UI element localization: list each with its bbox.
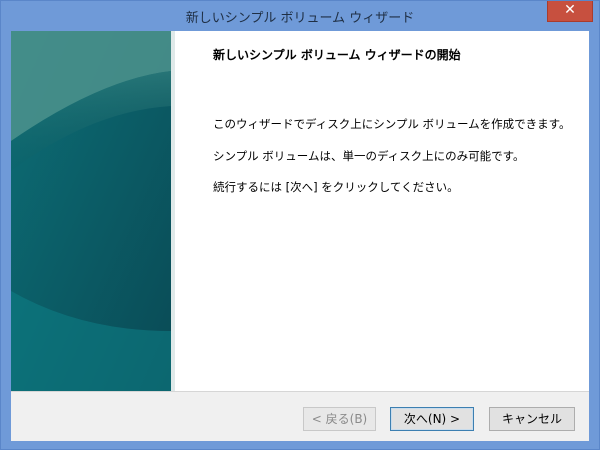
banner-wave-graphic — [11, 31, 171, 391]
description-line: このウィザードでディスク上にシンプル ボリュームを作成できます。 — [213, 117, 571, 131]
description-line: シンプル ボリュームは、単一のディスク上にのみ可能です。 — [213, 149, 525, 163]
back-button[interactable]: < 戻る(B) — [303, 407, 376, 431]
close-button[interactable]: ✕ — [547, 1, 593, 22]
cancel-button[interactable]: キャンセル — [489, 407, 575, 431]
next-button[interactable]: 次へ(N) > — [390, 407, 474, 431]
page-title: 新しいシンプル ボリューム ウィザードの開始 — [213, 48, 461, 62]
window-title: 新しいシンプル ボリューム ウィザード — [185, 11, 415, 26]
button-area-divider — [11, 391, 589, 392]
title-bar[interactable]: 新しいシンプル ボリューム ウィザード ✕ — [1, 1, 599, 31]
description-line: 続行するには [次へ] をクリックしてください。 — [213, 180, 459, 194]
wizard-banner-image — [11, 31, 171, 391]
wizard-window: 新しいシンプル ボリューム ウィザード ✕ 新しいシンプル ボリューム ウィザー… — [0, 0, 600, 450]
wizard-content-panel: 新しいシンプル ボリューム ウィザードの開始 このウィザードでディスク上にシンプ… — [175, 31, 589, 391]
wizard-client-area: 新しいシンプル ボリューム ウィザードの開始 このウィザードでディスク上にシンプ… — [11, 31, 589, 441]
close-icon: ✕ — [564, 2, 576, 18]
